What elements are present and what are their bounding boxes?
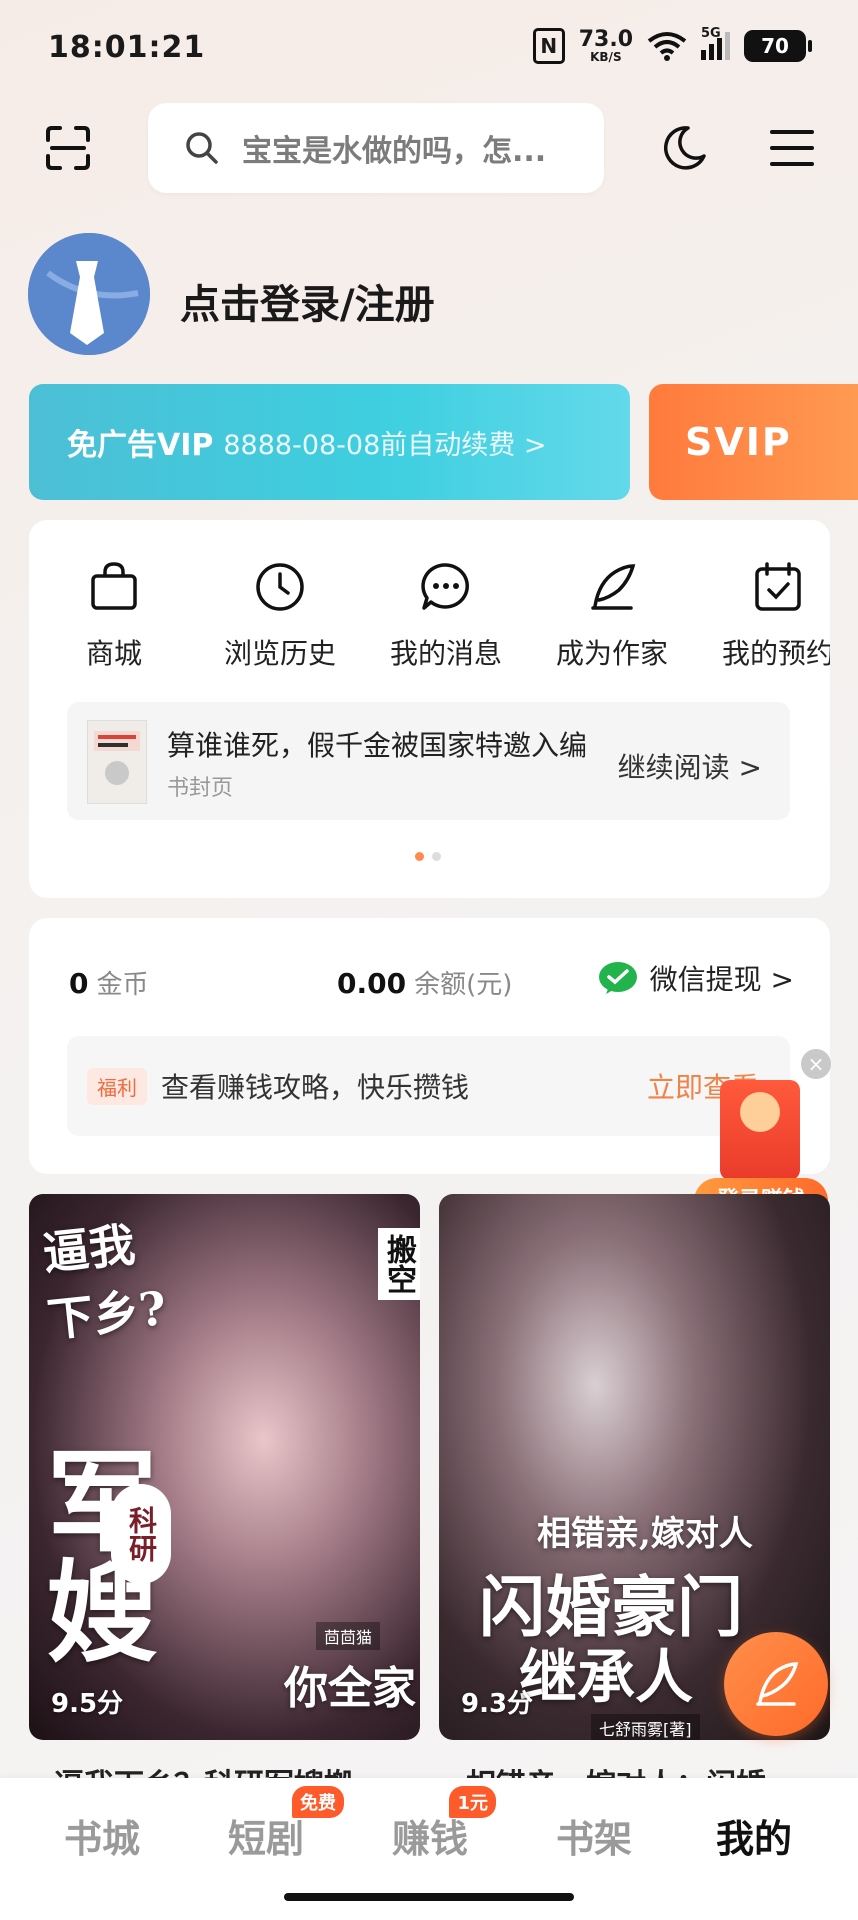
net-speed-value: 73.0 — [578, 27, 633, 52]
feature-become-author[interactable]: 成为作家 — [537, 560, 687, 672]
net-speed: 73.0 KB/S — [578, 27, 633, 64]
carousel-dots — [415, 852, 441, 861]
vip-title: 免广告VIP — [67, 428, 214, 463]
tab-label: 短剧 — [228, 1817, 305, 1861]
wallet-card: 0 金币 0.00 余额(元) 微信提现 > 福利 查看赚钱攻略，快乐攒钱 立即查看 — [29, 918, 830, 1174]
search-icon — [186, 132, 218, 164]
wechat-withdraw-label: 微信提现 > — [649, 963, 794, 996]
status-time: 18:01:21 — [48, 30, 206, 65]
avatar-tie-icon — [28, 233, 150, 355]
write-floating-button[interactable] — [724, 1632, 828, 1736]
feature-label: 我的预约 — [721, 637, 830, 670]
quill-pen-icon — [756, 1662, 799, 1706]
net-speed-unit: KB/S — [590, 50, 622, 64]
coins-label: 金币 — [96, 970, 149, 1000]
battery-icon: 70 — [744, 30, 812, 62]
tab-short-drama[interactable]: 短剧 免费 — [228, 1786, 345, 1863]
tab-badge-one-yuan: 1元 — [449, 1786, 497, 1818]
search-bar[interactable]: 宝宝是水做的吗，怎... — [148, 103, 604, 193]
continue-reading-button[interactable]: 继续阅读 > — [618, 746, 762, 786]
svip-banner[interactable]: SVIP — [649, 384, 858, 500]
login-register-link[interactable]: 点击登录/注册 — [180, 272, 435, 330]
balance-stat[interactable]: 0.00 余额(元) — [337, 964, 512, 1001]
welfare-badge: 福利 — [87, 1068, 147, 1105]
feature-mall[interactable]: 商城 — [39, 560, 189, 672]
avatar[interactable] — [28, 233, 150, 355]
book-thumbnail-art — [94, 731, 140, 785]
feature-messages[interactable]: 我的消息 — [371, 560, 521, 672]
menu-icon[interactable] — [770, 128, 814, 168]
clock-icon — [256, 563, 304, 611]
cover-bottom-title: 你全家 — [284, 1663, 416, 1714]
feature-card: 商城 浏览历史 我的消息 成为作家 我的预约 算谁谁死，假千金被国家特邀入编 书… — [29, 520, 830, 898]
calendar-check-icon — [755, 562, 801, 611]
tab-badge-free: 免费 — [292, 1786, 345, 1818]
feature-reservations[interactable]: 我的预约 — [703, 560, 830, 672]
coins-stat[interactable]: 0 金币 — [69, 964, 149, 1001]
night-mode-icon[interactable] — [660, 124, 708, 172]
tab-earn[interactable]: 赚钱 1元 — [392, 1786, 497, 1863]
search-placeholder: 宝宝是水做的吗，怎... — [242, 134, 547, 169]
carousel-dot — [432, 852, 441, 861]
cover-tag: 科研 — [111, 1484, 171, 1584]
vip-subtitle: 8888-08-08前自动续费 > — [223, 429, 547, 461]
tab-label: 书城 — [64, 1817, 141, 1861]
tab-label: 赚钱 — [392, 1817, 469, 1861]
cell-signal-icon: 5G — [701, 26, 730, 60]
wifi-icon — [647, 32, 687, 61]
scan-icon[interactable] — [44, 124, 92, 172]
reading-book-subtitle: 书封页 — [167, 776, 234, 801]
tab-label: 书架 — [556, 1817, 633, 1861]
cover-author: 七舒雨雾[著] — [591, 1714, 700, 1740]
wechat-icon — [598, 962, 637, 994]
nfc-icon: N — [532, 28, 565, 64]
cover-side-tag: 搬空 — [378, 1228, 420, 1300]
book-cover-1[interactable]: 逼我 下乡? 军嫂 科研 搬空 茴茴猫 你全家 9.5分 — [29, 1194, 420, 1740]
cover-title-line1: 相错亲,嫁对人 — [537, 1514, 753, 1554]
status-icons: N 73.0 KB/S 5G 70 — [532, 26, 812, 64]
home-indicator[interactable] — [284, 1893, 574, 1901]
tab-bookstore[interactable]: 书城 — [64, 1808, 140, 1863]
close-icon[interactable]: × — [801, 1049, 831, 1079]
book-score: 9.3分 — [461, 1689, 534, 1719]
book-score: 9.5分 — [51, 1689, 124, 1719]
red-packet-seal — [740, 1092, 780, 1132]
cover-bottom-title: 继承人 — [519, 1643, 694, 1711]
wechat-withdraw-button[interactable]: 微信提现 > — [598, 958, 794, 998]
welfare-text: 查看赚钱攻略，快乐攒钱 — [161, 1071, 470, 1104]
message-icon — [421, 563, 469, 610]
tab-bookshelf[interactable]: 书架 — [556, 1808, 632, 1863]
feature-history[interactable]: 浏览历史 — [205, 560, 355, 672]
shopping-bag-icon — [91, 562, 137, 610]
network-type: 5G — [701, 26, 721, 41]
vip-banner[interactable]: 免广告VIP 8888-08-08前自动续费 > — [29, 384, 630, 500]
svip-title: SVIP — [685, 420, 792, 464]
book-thumbnail — [87, 720, 147, 804]
quill-pen-icon — [591, 564, 636, 610]
tab-label: 我的 — [716, 1817, 793, 1861]
cover-title-line1: 逼我 — [40, 1217, 138, 1281]
feature-label: 商城 — [85, 637, 142, 670]
welfare-row[interactable]: 福利 查看赚钱攻略，快乐攒钱 立即查看 — [67, 1036, 790, 1136]
balance-value: 0.00 — [337, 967, 407, 1000]
cover-title-line2: 下乡? — [44, 1280, 169, 1348]
continue-reading-row[interactable]: 算谁谁死，假千金被国家特邀入编 书封页 继续阅读 > — [67, 702, 790, 820]
feature-label: 我的消息 — [389, 637, 502, 670]
coins-value: 0 — [69, 967, 89, 1000]
carousel-dot-active — [415, 852, 424, 861]
balance-label: 余额(元) — [414, 970, 513, 1000]
feature-label: 成为作家 — [555, 637, 668, 670]
cover-author: 茴茴猫 — [315, 1622, 380, 1650]
reading-book-title: 算谁谁死，假千金被国家特邀入编 — [167, 729, 588, 762]
tab-mine[interactable]: 我的 — [716, 1808, 792, 1863]
feature-label: 浏览历史 — [223, 637, 336, 670]
